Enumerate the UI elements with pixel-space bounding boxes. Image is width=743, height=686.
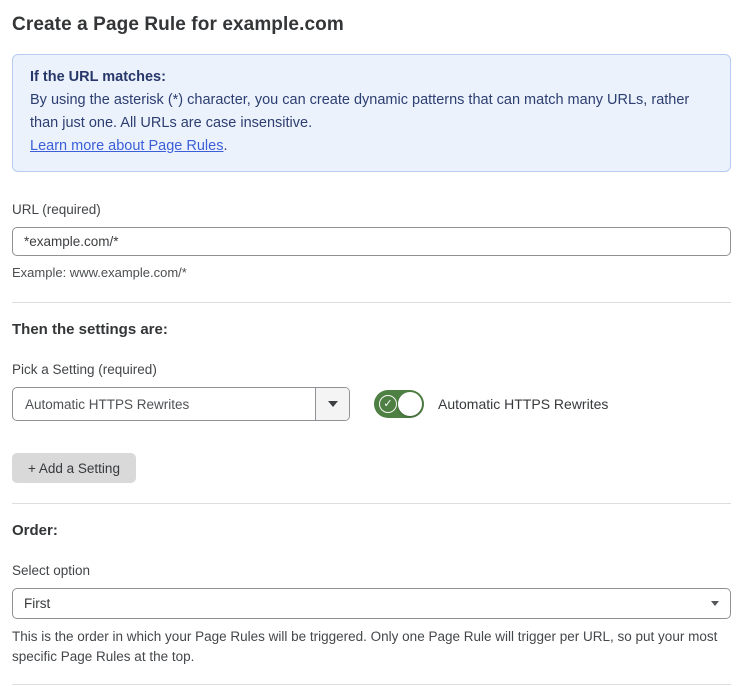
setting-dropdown-arrow-button[interactable] <box>315 388 349 420</box>
pick-setting-label: Pick a Setting (required) <box>12 362 157 377</box>
setting-dropdown-value: Automatic HTTPS Rewrites <box>25 396 190 412</box>
page-title: Create a Page Rule for example.com <box>12 14 344 35</box>
setting-row: Automatic HTTPS Rewrites ✓ Automatic HTT… <box>12 387 731 421</box>
toggle-label: Automatic HTTPS Rewrites <box>438 396 609 412</box>
divider <box>12 302 731 303</box>
info-box-heading: If the URL matches: <box>30 69 166 85</box>
divider <box>12 684 731 685</box>
order-select-value: First <box>24 596 51 611</box>
link-period: . <box>223 138 228 154</box>
setting-dropdown[interactable]: Automatic HTTPS Rewrites <box>12 387 350 421</box>
https-rewrites-toggle[interactable]: ✓ <box>374 390 424 418</box>
select-caret-icon <box>711 600 719 606</box>
create-page-rule-form: Create a Page Rule for example.com If th… <box>0 0 743 686</box>
url-matches-info-box: If the URL matches: By using the asteris… <box>12 54 731 172</box>
divider <box>12 503 731 504</box>
info-box-body-text: By using the asterisk (*) character, you… <box>30 92 690 131</box>
select-option-label: Select option <box>12 563 91 578</box>
info-box-body: By using the asterisk (*) character, you… <box>30 89 713 158</box>
setting-toggle-group: ✓ Automatic HTTPS Rewrites <box>374 390 608 418</box>
learn-more-link[interactable]: Learn more about Page Rules <box>30 138 223 154</box>
order-helper-text: This is the order in which your Page Rul… <box>12 629 718 664</box>
check-icon: ✓ <box>379 395 397 413</box>
order-select[interactable]: First <box>12 588 731 619</box>
order-section-heading: Order: <box>12 522 58 539</box>
url-field-label: URL (required) <box>12 202 101 217</box>
chevron-down-icon <box>327 401 338 407</box>
toggle-knob <box>398 392 422 416</box>
settings-section-heading: Then the settings are: <box>12 321 168 338</box>
url-input[interactable] <box>12 227 731 256</box>
add-setting-button[interactable]: + Add a Setting <box>12 453 136 483</box>
url-example-helper: Example: www.example.com/* <box>12 265 187 280</box>
